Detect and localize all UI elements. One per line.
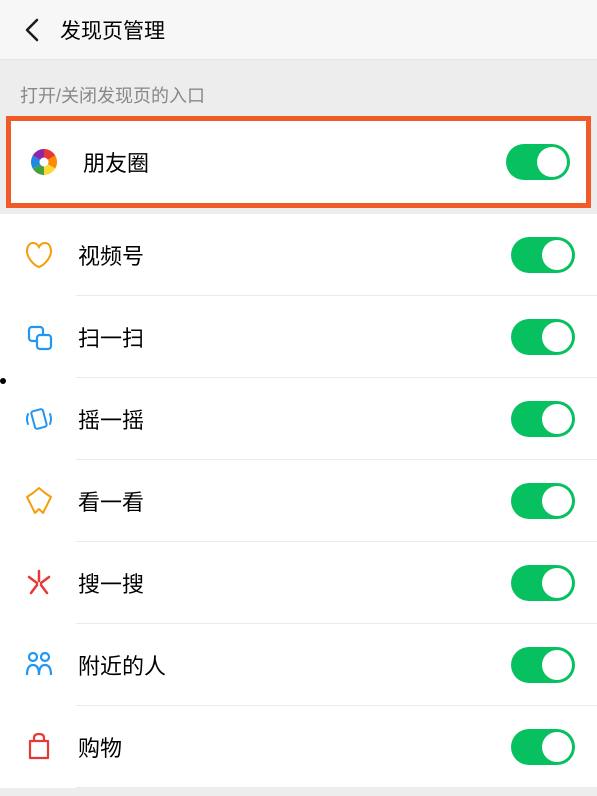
toggle-search[interactable] <box>511 565 575 601</box>
list-item-scan[interactable]: 扫一扫 <box>0 296 597 378</box>
item-label: 视频号 <box>78 239 511 271</box>
item-label: 扫一扫 <box>78 321 511 353</box>
search-icon <box>22 566 56 600</box>
scan-icon <box>22 320 56 354</box>
item-label: 搜一搜 <box>78 567 511 599</box>
list-item-channels[interactable]: 视频号 <box>0 214 597 296</box>
item-label: 附近的人 <box>78 649 511 681</box>
header: 发现页管理 <box>0 0 597 60</box>
toggle-top-stories[interactable] <box>511 483 575 519</box>
moments-icon <box>27 145 61 179</box>
back-button[interactable] <box>16 14 48 46</box>
shake-icon <box>22 402 56 436</box>
toggle-channels[interactable] <box>511 237 575 273</box>
list-item-nearby[interactable]: 附近的人 <box>0 624 597 706</box>
item-label: 购物 <box>78 731 511 763</box>
highlight-box: 朋友圈 <box>6 116 591 208</box>
channels-icon <box>22 238 56 272</box>
settings-list: 视频号 扫一扫 摇一摇 看一看 <box>0 214 597 788</box>
toggle-moments[interactable] <box>506 144 570 180</box>
list-item-moments[interactable]: 朋友圈 <box>11 121 586 203</box>
toggle-shopping[interactable] <box>511 729 575 765</box>
list-item-top-stories[interactable]: 看一看 <box>0 460 597 542</box>
list-item-shake[interactable]: 摇一摇 <box>0 378 597 460</box>
chevron-left-icon <box>25 18 39 42</box>
shopping-icon <box>22 730 56 764</box>
nearby-icon <box>22 648 56 682</box>
toggle-shake[interactable] <box>511 401 575 437</box>
top-stories-icon <box>22 484 56 518</box>
item-label: 看一看 <box>78 485 511 517</box>
list-item-search[interactable]: 搜一搜 <box>0 542 597 624</box>
indicator-dot <box>0 378 6 384</box>
page-title: 发现页管理 <box>60 15 165 45</box>
toggle-scan[interactable] <box>511 319 575 355</box>
toggle-nearby[interactable] <box>511 647 575 683</box>
section-label: 打开/关闭发现页的入口 <box>0 60 597 116</box>
item-label: 摇一摇 <box>78 403 511 435</box>
list-item-shopping[interactable]: 购物 <box>0 706 597 788</box>
item-label: 朋友圈 <box>83 146 506 178</box>
